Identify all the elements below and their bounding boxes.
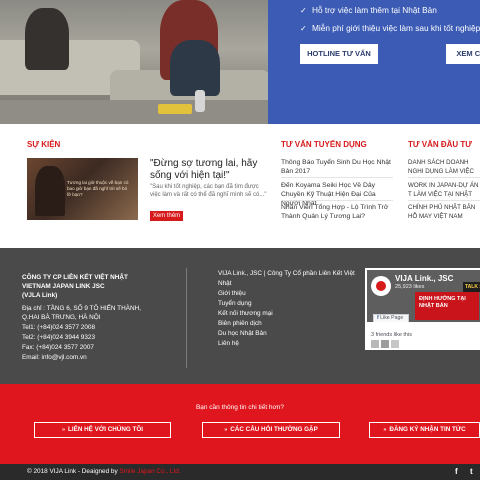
footer-link-trade[interactable]: Kết nối thương mại bbox=[218, 310, 273, 317]
vija-logo bbox=[371, 276, 391, 296]
check-icon: ✓ bbox=[300, 6, 307, 15]
contact-us-label: LIÊN HỆ VỚI CHÚNG TÔI bbox=[68, 426, 144, 433]
hero-benefit-1-text: Hỗ trợ việc làm thêm tại Nhật Bản bbox=[312, 5, 437, 15]
divider bbox=[281, 177, 393, 178]
company-tel1: Tel1: (+84)024 3577 2008 bbox=[22, 324, 96, 331]
hero-photo bbox=[0, 0, 268, 124]
investment-heading: TƯ VẤN ĐẦU TƯ bbox=[408, 140, 472, 149]
footer-link-about[interactable]: Giới thiệu bbox=[218, 290, 246, 297]
company-tel2: Tel2: (+84)024 3944 9323 bbox=[22, 334, 96, 341]
facebook-like-label: Like Page bbox=[380, 315, 404, 321]
facebook-like-button[interactable]: f Like Page bbox=[373, 314, 409, 322]
company-fax: Fax: (+84)024 3577 2007 bbox=[22, 344, 94, 351]
event-more-button[interactable]: Xem thêm bbox=[150, 211, 183, 221]
footer-link-translation[interactable]: Biên phiên dịch bbox=[218, 320, 262, 327]
event-image[interactable]: Tương lai giờ thuộc về bạn có bao giờ bạ… bbox=[27, 158, 138, 220]
designer-link[interactable]: Smile Japan Co., Ltd. bbox=[119, 468, 180, 475]
copyright-text: © 2018 VIJA Link - Deaigned by bbox=[27, 468, 120, 475]
twitter-icon[interactable]: t bbox=[470, 467, 473, 476]
footer-link[interactable]: Nhật bbox=[218, 280, 232, 287]
footer-link[interactable]: VIJA Link., JSC | Công Ty Cổ phần Liên K… bbox=[218, 270, 355, 277]
check-icon: ✓ bbox=[300, 24, 307, 33]
facebook-cover: VIJA Link., JSC 25,923 likes ĐỊNH HƯỚNG … bbox=[367, 270, 480, 322]
recruitment-item[interactable]: Thông Báo Tuyển Sinh Du Học Nhật Bản 201… bbox=[281, 158, 393, 176]
company-email[interactable]: Email: info@vjl.com.vn bbox=[22, 354, 87, 361]
avatar[interactable] bbox=[381, 340, 389, 348]
divider bbox=[408, 177, 480, 178]
hero-benefit-2: ✓ Miễn phí giới thiệu việc làm sau khi tố… bbox=[300, 23, 480, 33]
event-image-caption: Tương lai giờ thuộc về bạn có bao giờ bạ… bbox=[67, 180, 129, 197]
facebook-page-name[interactable]: VIJA Link., JSC bbox=[395, 274, 453, 283]
facebook-talk-label: TALK SH bbox=[463, 282, 480, 292]
faq-button[interactable]: » CÁC CÂU HỎI THƯỜNG GẶP bbox=[202, 422, 340, 438]
facebook-icon[interactable]: f bbox=[455, 467, 458, 476]
double-chevron-right-icon: » bbox=[383, 427, 387, 433]
footer-link-study-japan[interactable]: Du học Nhật Bản bbox=[218, 330, 267, 337]
bottom-bar: © 2018 VIJA Link - Deaigned by Smile Jap… bbox=[0, 464, 480, 480]
company-name-en: VIETNAM JAPAN LINK JSC bbox=[22, 283, 105, 290]
avatar[interactable] bbox=[371, 340, 379, 348]
copyright: © 2018 VIJA Link - Deaigned by Smile Jap… bbox=[27, 468, 181, 475]
divider bbox=[281, 200, 393, 201]
investment-item[interactable]: DANH SÁCH DOANH NGHI DỤNG LÀM VIỆC TẠI N… bbox=[408, 158, 480, 176]
hero-benefit-2-text: Miễn phí giới thiệu việc làm sau khi tốt… bbox=[312, 23, 480, 33]
avatar[interactable] bbox=[391, 340, 399, 348]
facebook-banner: ĐỊNH HƯỚNG TẠI NHẬT BẢN bbox=[415, 292, 479, 320]
recruitment-item[interactable]: Nhân Viên Tổng Hợp - Lộ Trình Trở Thành … bbox=[281, 203, 393, 221]
cta-question: Bạn cần thông tin chi tiết hơn? bbox=[195, 404, 285, 411]
hero-panel: ✓ Hỗ trợ việc làm thêm tại Nhật Bản ✓ Miễn… bbox=[268, 0, 480, 124]
company-address: Địa chỉ : TẦNG 6, SỐ 9 TÔ HIẾN THÀNH, bbox=[22, 305, 141, 312]
contact-us-button[interactable]: » LIÊN HỆ VỚI CHÚNG TÔI bbox=[34, 422, 171, 438]
faq-label: CÁC CÂU HỎI THƯỜNG GẶP bbox=[230, 426, 318, 433]
newsletter-button[interactable]: » ĐĂNG KÝ NHẬN TIN TỨC bbox=[369, 422, 480, 438]
footer-info: CÔNG TY CP LIÊN KẾT VIỆT NHẬT VIETNAM JA… bbox=[0, 248, 480, 384]
view-more-button[interactable]: XEM CH bbox=[446, 44, 480, 64]
facebook-friends: 3 friends like this bbox=[371, 332, 412, 338]
event-excerpt: "Sau khi tốt nghiệp, các bạn đã tìm được… bbox=[150, 184, 267, 198]
investment-item[interactable]: WORK IN JAPAN-DỰ ÁN T LÀM VIỆC TẠI NHẬT … bbox=[408, 181, 480, 199]
company-address-2: Q.HAI BÀ TRƯNG, HÀ NỘI bbox=[22, 314, 101, 321]
footer-divider bbox=[186, 268, 187, 368]
facebook-likes: 25,923 likes bbox=[395, 284, 425, 290]
investment-item[interactable]: CHÍNH PHỦ NHẬT BẢN HỖ MAY VIỆT NAM bbox=[408, 203, 480, 221]
newsletter-label: ĐĂNG KÝ NHẬN TIN TỨC bbox=[389, 426, 466, 433]
footer-link-contact[interactable]: Liên hệ bbox=[218, 340, 239, 347]
double-chevron-right-icon: » bbox=[224, 427, 228, 433]
recruitment-heading: TƯ VẤN TUYỂN DỤNG bbox=[281, 140, 367, 149]
events-heading: SỰ KIỆN bbox=[27, 140, 61, 149]
double-chevron-right-icon: » bbox=[61, 427, 66, 433]
company-short-name: (VJLA Link) bbox=[22, 292, 58, 299]
facebook-banner-text: ĐỊNH HƯỚNG TẠI NHẬT BẢN bbox=[419, 296, 466, 309]
cta-section: Bạn cần thông tin chi tiết hơn? » LIÊN HỆ… bbox=[0, 384, 480, 464]
hero-benefit-1: ✓ Hỗ trợ việc làm thêm tại Nhật Bản bbox=[300, 5, 437, 15]
hotline-button[interactable]: HOTLINE TƯ VẤN bbox=[300, 44, 378, 64]
hero-section: ✓ Hỗ trợ việc làm thêm tại Nhật Bản ✓ Miễn… bbox=[0, 0, 480, 124]
company-name: CÔNG TY CP LIÊN KẾT VIỆT NHẬT bbox=[22, 274, 128, 281]
event-title[interactable]: "Đừng sợ tương lai, hãy sống với hiện tạ… bbox=[150, 158, 270, 182]
footer-link-recruitment[interactable]: Tuyển dụng bbox=[218, 300, 252, 307]
divider bbox=[408, 200, 480, 201]
facebook-widget[interactable]: VIJA Link., JSC 25,923 likes ĐỊNH HƯỚNG … bbox=[365, 268, 480, 350]
